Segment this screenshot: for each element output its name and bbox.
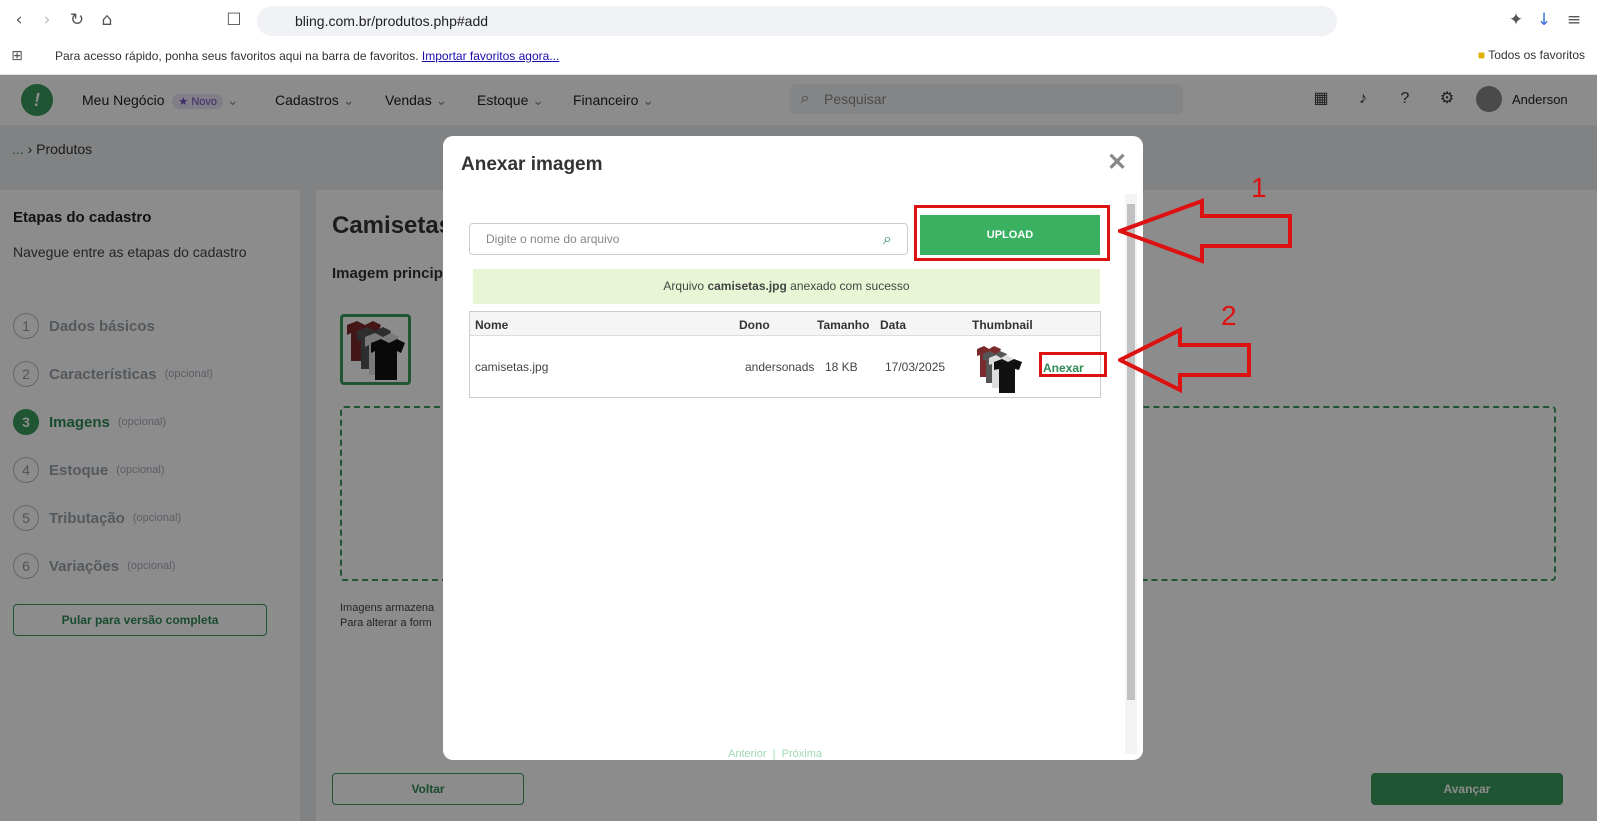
file-size: 18 KB [825,360,858,374]
file-search-field[interactable]: ⌕ [469,223,908,255]
column-header-date: Data [880,318,907,332]
files-table: Nome Dono Tamanho Data Thumbnail camiset… [469,311,1101,398]
close-icon[interactable]: ✕ [1107,148,1127,177]
column-header-owner: Dono [739,318,770,332]
all-bookmarks[interactable]: ■ Todos os favoritos [1478,48,1585,62]
bookmark-icon[interactable]: ☐ [223,9,245,31]
file-name: camisetas.jpg [475,360,549,374]
annotation-label-2: 2 [1221,300,1237,331]
upload-success-message: Arquivo camisetas.jpg anexado com sucess… [473,269,1100,304]
column-header-size: Tamanho [817,318,870,332]
previous-page-link[interactable]: Anterior [728,748,767,760]
annotation-box-attach [1039,352,1107,377]
annotation-box-upload [914,205,1110,261]
all-bookmarks-label: Todos os favoritos [1488,48,1585,62]
column-header-thumbnail: Thumbnail [972,318,1033,332]
url-text[interactable]: bling.com.br/produtos.php#add [295,13,488,29]
scrollbar-thumb[interactable] [1127,204,1135,700]
file-owner: andersonads [745,360,815,374]
success-suffix: anexado com sucesso [790,279,910,293]
file-search-input[interactable] [470,224,850,254]
success-prefix: Arquivo [663,279,705,293]
pagination: Anterior | Próxima [728,748,822,760]
success-file: camisetas.jpg [707,279,787,293]
download-icon[interactable]: ↓ [1533,9,1555,31]
forward-icon[interactable]: › [36,9,58,31]
back-icon[interactable]: ‹ [8,9,30,31]
annotation-label-1: 1 [1251,172,1267,203]
menu-icon[interactable]: ≡ [1563,9,1585,31]
pager-separator: | [772,748,776,760]
folder-icon: ■ [1477,48,1486,62]
apps-icon[interactable]: ⊞ [6,45,28,67]
bookmarks-prompt-text: Para acesso rápido, ponha seus favoritos… [55,49,419,63]
modal-title: Anexar imagem [461,154,603,175]
file-thumbnail [977,346,1022,393]
import-bookmarks-link[interactable]: Importar favoritos agora... [422,49,559,63]
annotation-arrow-2 [1118,327,1251,393]
home-icon[interactable]: ⌂ [96,9,118,31]
search-icon[interactable]: ⌕ [883,230,901,248]
bookmarks-prompt: Para acesso rápido, ponha seus favoritos… [55,49,559,63]
file-date: 17/03/2025 [885,360,946,374]
column-header-name: Nome [475,318,509,332]
next-page-link[interactable]: Próxima [782,748,822,760]
reload-icon[interactable]: ↻ [66,9,88,31]
extensions-icon[interactable]: ✦ [1505,9,1527,31]
annotation-arrow-1 [1118,198,1292,264]
table-header: Nome Dono Tamanho Data Thumbnail [470,312,1100,336]
